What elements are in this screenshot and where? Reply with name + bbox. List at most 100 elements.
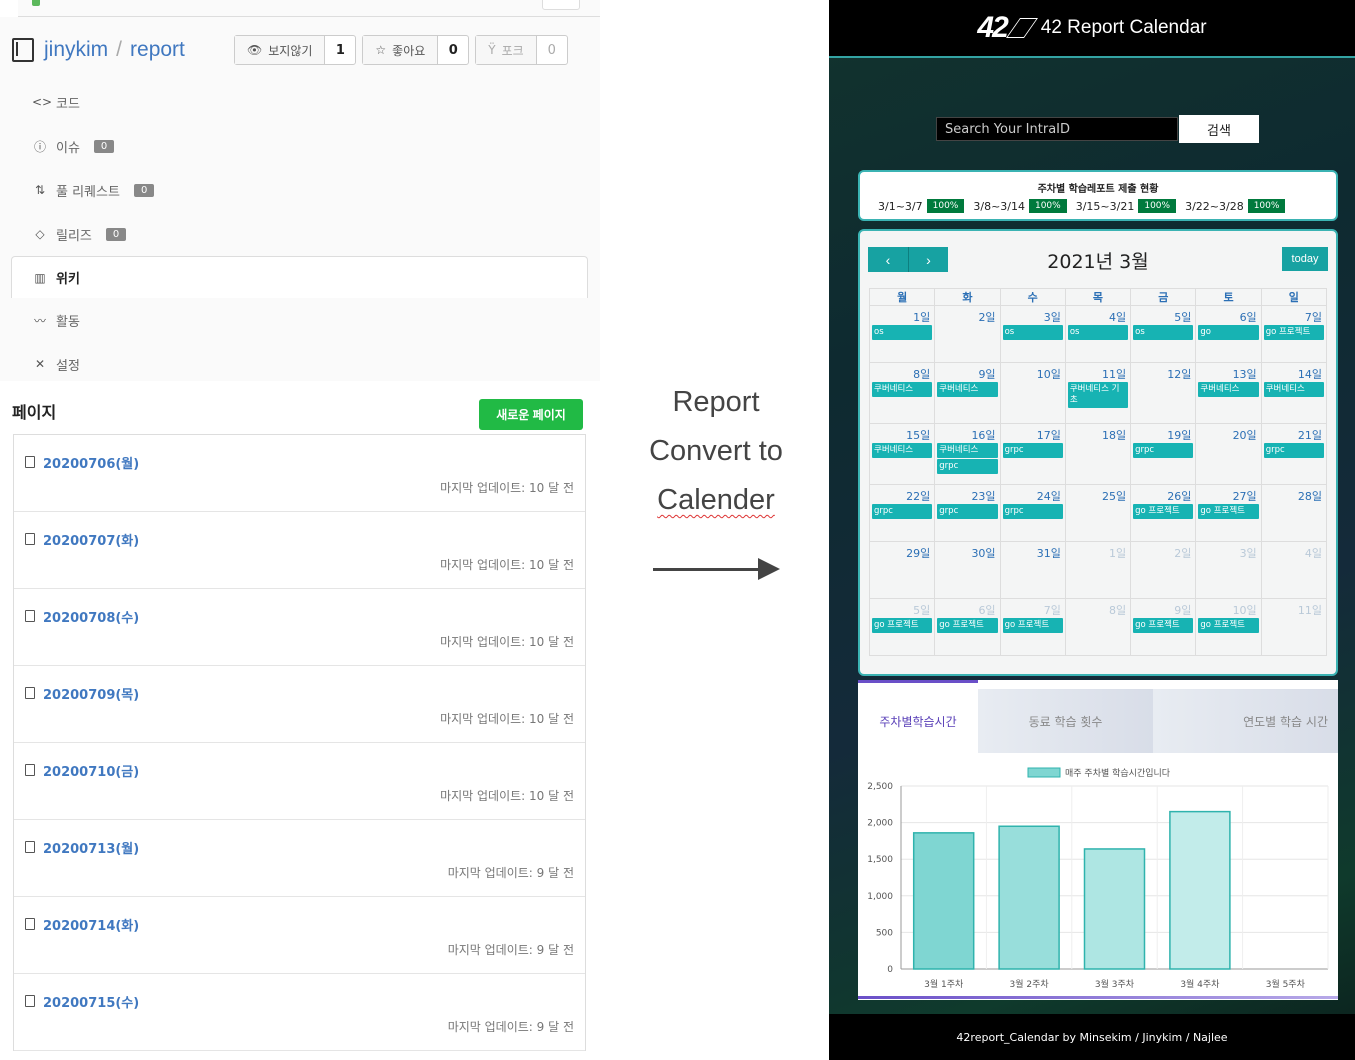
calendar-day-cell[interactable]: 18일 (1064, 423, 1132, 485)
calendar-event[interactable]: 쿠버네티스 (1263, 382, 1324, 397)
calendar-day-cell[interactable]: 10일 (999, 362, 1066, 424)
calendar-event[interactable]: os (872, 325, 933, 340)
calendar-day-cell[interactable]: 8일 쿠버네티스 (868, 362, 936, 424)
calendar-event[interactable]: go 프로젝트 (937, 618, 998, 633)
calendar-event[interactable]: go 프로젝트 (1133, 618, 1194, 633)
calendar-day-cell[interactable]: 4일 os (1064, 305, 1132, 363)
star-count[interactable]: 0 (438, 36, 468, 64)
calendar-event[interactable]: go (1198, 325, 1259, 340)
calendar-day-cell[interactable]: 31일 (999, 541, 1066, 599)
calendar-day-cell[interactable]: 14일 쿠버네티스 (1260, 362, 1328, 424)
bar-4[interactable] (1169, 810, 1231, 970)
top-bar-button[interactable] (542, 0, 580, 10)
watch-count[interactable]: 1 (325, 36, 355, 64)
calendar-day-cell[interactable]: 28일 (1260, 484, 1328, 542)
calendar-day-cell[interactable]: 22일 grpc (868, 484, 936, 542)
search-button[interactable]: 검색 (1179, 115, 1259, 143)
nav-item-wiki[interactable]: ▥ 위키 (11, 256, 588, 298)
calendar-event[interactable]: go 프로젝트 (872, 618, 933, 633)
calendar-day-cell[interactable]: 7일 go 프로젝트 (1260, 305, 1328, 363)
calendar-day-cell[interactable]: 8일 (1064, 598, 1132, 656)
calendar-event[interactable]: grpc (937, 504, 998, 519)
calendar-event[interactable]: go 프로젝트 (1002, 618, 1063, 633)
calendar-day-cell[interactable]: 6일 go (1195, 305, 1262, 363)
tab-peer-study-count[interactable]: 동료 학습 횟수 (978, 689, 1153, 753)
bar-1[interactable] (912, 832, 975, 970)
nav-item-settings[interactable]: ✕ 설정 (12, 342, 587, 386)
calendar-day-cell[interactable]: 23일 grpc (934, 484, 1001, 542)
calendar-day-cell[interactable]: 4일 (1260, 541, 1328, 599)
nav-item-pull-requests[interactable]: ⇅ 풀 리퀘스트 0 (12, 168, 587, 212)
calendar-day-cell[interactable]: 19일 grpc (1130, 423, 1197, 485)
calendar-day-cell[interactable]: 5일 os (1130, 305, 1197, 363)
bar-2[interactable] (998, 825, 1060, 970)
tab-weekly-study-time[interactable]: 주차별학습시간 (858, 689, 978, 753)
intra-id-search-input[interactable] (936, 117, 1178, 141)
calendar-event[interactable]: go 프로젝트 (1198, 618, 1259, 633)
repo-name-link[interactable]: report (130, 38, 185, 62)
app-logo[interactable]: 42 42 Report Calendar (977, 11, 1206, 45)
repo-owner-link[interactable]: jinykim (44, 38, 108, 62)
page-title-link[interactable]: 20200710(금) (43, 761, 139, 780)
calendar-day-cell[interactable]: 3일 os (999, 305, 1066, 363)
calendar-event[interactable]: go 프로젝트 (1198, 504, 1259, 519)
calendar-day-cell[interactable]: 10일 go 프로젝트 (1195, 598, 1262, 656)
calendar-day-cell[interactable]: 24일 grpc (999, 484, 1066, 542)
prev-month-button[interactable]: ‹ (868, 247, 908, 272)
calendar-event[interactable]: grpc (937, 459, 998, 474)
calendar-event[interactable]: 쿠버네티스 기초 (1067, 382, 1129, 408)
calendar-day-cell[interactable]: 1일 (1064, 541, 1132, 599)
nav-item-issues[interactable]: ⓘ 이슈 0 (12, 124, 587, 168)
page-title-link[interactable]: 20200709(목) (43, 684, 139, 703)
calendar-day-cell[interactable]: 9일 쿠버네티스 (934, 362, 1001, 424)
calendar-event[interactable]: os (1067, 325, 1129, 340)
next-month-button[interactable]: › (908, 247, 948, 272)
page-title-link[interactable]: 20200706(월) (43, 453, 139, 472)
calendar-day-cell[interactable]: 30일 (934, 541, 1001, 599)
calendar-day-cell[interactable]: 13일 쿠버네티스 (1195, 362, 1262, 424)
page-title-link[interactable]: 20200714(화) (43, 915, 139, 934)
calendar-day-cell[interactable]: 11일 (1260, 598, 1328, 656)
page-title-link[interactable]: 20200707(화) (43, 530, 139, 549)
calendar-day-cell[interactable]: 6일 go 프로젝트 (934, 598, 1001, 656)
calendar-day-cell[interactable]: 26일 go 프로젝트 (1130, 484, 1197, 542)
calendar-event[interactable]: grpc (1002, 504, 1063, 519)
calendar-day-cell[interactable]: 11일 쿠버네티스 기초 (1064, 362, 1132, 424)
calendar-day-cell[interactable]: 17일 grpc (999, 423, 1066, 485)
nav-item-activity[interactable]: 〰 활동 (12, 298, 587, 342)
calendar-day-cell[interactable]: 2일 (1130, 541, 1197, 599)
calendar-event[interactable]: os (1002, 325, 1063, 340)
today-button[interactable]: today (1282, 247, 1328, 271)
calendar-event[interactable]: 쿠버네티스 (872, 382, 933, 397)
calendar-day-cell[interactable]: 12일 (1130, 362, 1197, 424)
calendar-day-cell[interactable]: 7일 go 프로젝트 (999, 598, 1066, 656)
nav-item-code[interactable]: <> 코드 (12, 80, 587, 124)
calendar-event[interactable]: os (1133, 325, 1194, 340)
calendar-day-cell[interactable]: 15일 쿠버네티스 (868, 423, 936, 485)
page-title-link[interactable]: 20200708(수) (43, 607, 139, 626)
calendar-event[interactable]: 쿠버네티스 (937, 443, 998, 458)
calendar-event[interactable]: 쿠버네티스 (937, 382, 998, 397)
watch-button[interactable]: 👁 보지않기 (235, 36, 326, 64)
calendar-event[interactable]: grpc (1002, 443, 1063, 458)
calendar-event[interactable]: go 프로젝트 (1263, 325, 1324, 340)
new-page-button[interactable]: 새로운 페이지 (479, 399, 583, 430)
tab-yearly-study-time[interactable]: 연도별 학습 시간 (1153, 689, 1338, 753)
star-button[interactable]: ☆ 좋아요 (363, 36, 439, 64)
calendar-day-cell[interactable]: 25일 (1064, 484, 1132, 542)
calendar-day-cell[interactable]: 16일 쿠버네티스 grpc (934, 423, 1001, 485)
calendar-day-cell[interactable]: 1일 os (868, 305, 936, 363)
calendar-day-cell[interactable]: 27일 go 프로젝트 (1195, 484, 1262, 542)
calendar-day-cell[interactable]: 2일 (934, 305, 1001, 363)
calendar-event[interactable]: grpc (872, 504, 933, 519)
nav-item-releases[interactable]: ◇ 릴리즈 0 (12, 212, 587, 256)
calendar-day-cell[interactable]: 29일 (868, 541, 936, 599)
page-title-link[interactable]: 20200715(수) (43, 992, 139, 1011)
calendar-event[interactable]: grpc (1263, 443, 1324, 458)
fork-button[interactable]: Ÿ 포크 (476, 36, 537, 64)
calendar-day-cell[interactable]: 3일 (1195, 541, 1262, 599)
calendar-day-cell[interactable]: 5일 go 프로젝트 (868, 598, 936, 656)
fork-count[interactable]: 0 (537, 36, 567, 64)
bar-3[interactable] (1083, 848, 1146, 970)
calendar-day-cell[interactable]: 9일 go 프로젝트 (1130, 598, 1197, 656)
